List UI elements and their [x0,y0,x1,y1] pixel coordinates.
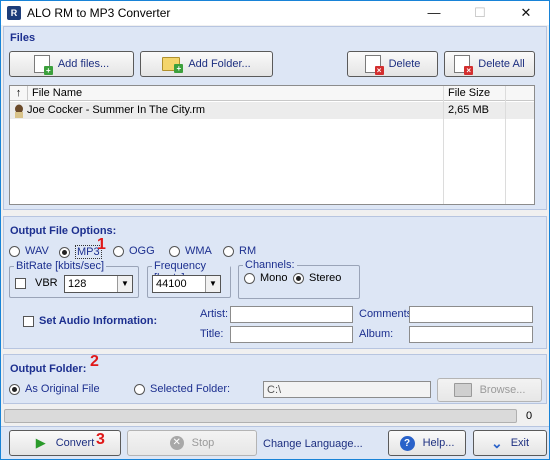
add-folder-label: Add Folder... [188,58,251,70]
maximize-button[interactable]: ☐ [457,1,503,25]
play-icon: ▶ [35,435,46,450]
format-ogg-radio[interactable]: OGG [113,245,155,257]
radio-icon [9,245,20,257]
checkbox-icon [23,315,34,327]
frequency-select[interactable]: 44100 ▼ [152,275,221,293]
radio-selected-icon [59,246,70,258]
channel-mono-radio[interactable]: Mono [244,272,288,284]
format-wav-radio[interactable]: WAV [9,245,49,257]
channel-stereo-radio[interactable]: Stereo [293,272,341,284]
files-section-title: Files [10,32,36,44]
file-name-cell: Joe Cocker - Summer In The City.rm [27,104,206,116]
radio-icon [169,245,180,257]
annotation-number-2: 2 [90,353,99,370]
file-list-header: ↑ File Name File Size [10,86,534,101]
album-label: Album: [359,328,394,340]
comments-field[interactable] [409,306,533,323]
file-size-cell: 2,65 MB [448,104,489,116]
title-bar: R ALO RM to MP3 Converter — ☐ ✕ [1,1,549,25]
add-folder-icon: + [162,57,184,73]
selected-folder-radio[interactable]: Selected Folder: [134,383,230,395]
radio-icon [134,383,145,395]
window-title: ALO RM to MP3 Converter [27,6,171,20]
file-name-column-header[interactable]: File Name [28,86,444,101]
bitrate-value: 128 [68,278,87,290]
output-folder-title: Output Folder: [10,363,87,375]
add-files-label: Add files... [57,58,110,70]
chevron-down-icon[interactable]: ▼ [117,276,132,292]
add-folder-button[interactable]: + Add Folder... [140,51,273,77]
stop-button[interactable]: ✕ Stop [127,430,257,456]
help-label: Help... [422,437,455,449]
title-label: Title: [200,328,224,340]
album-field[interactable] [409,326,533,343]
annotation-number-3: 3 [96,431,105,448]
delete-all-button[interactable]: × Delete All [444,51,535,77]
radio-selected-icon [293,272,304,284]
format-wav-label: WAV [25,245,49,257]
as-original-file-radio[interactable]: As Original File [9,383,100,395]
channels-group-title: Channels: [243,259,297,271]
stop-label: Stop [191,437,215,449]
bitrate-select[interactable]: 128 ▼ [64,275,133,293]
add-file-icon: + [33,55,53,75]
browse-button[interactable]: Browse... [437,378,542,402]
checkbox-icon [15,277,26,289]
minimize-button[interactable]: — [411,1,457,25]
radio-selected-icon [9,383,20,395]
help-icon: ? [399,435,415,451]
browse-folder-icon [453,383,472,397]
help-button[interactable]: ? Help... [388,430,466,456]
comments-label: Comments: [359,308,416,320]
as-original-file-label: As Original File [25,383,100,395]
vbr-label: VBR [35,277,58,289]
format-wma-label: WMA [185,245,212,257]
add-files-button[interactable]: + Add files... [9,51,134,77]
format-rm-radio[interactable]: RM [223,245,256,257]
exit-label: Exit [510,437,530,449]
file-list[interactable]: ↑ File Name File Size Joe Cocker - Summe… [9,85,535,205]
stop-icon: ✕ [169,436,184,450]
set-audio-info-label: Set Audio Information: [39,315,158,327]
radio-icon [244,272,255,284]
convert-label: Convert [55,437,95,449]
file-size-column-header[interactable]: File Size [444,86,506,101]
chevron-down-icon: ⌄ [490,434,503,451]
artist-field[interactable] [230,306,353,323]
app-icon: R [7,6,21,20]
delete-button[interactable]: × Delete [347,51,438,77]
artist-label: Artist: [200,308,229,320]
delete-all-label: Delete All [478,58,525,70]
format-ogg-label: OGG [129,245,155,257]
media-file-icon [13,102,25,119]
frequency-value: 44100 [156,278,187,290]
delete-all-icon: × [454,55,474,75]
format-mp3-radio[interactable]: MP3 [59,245,102,259]
bitrate-group-title: BitRate [kbits/sec] [14,260,107,272]
delete-file-icon: × [364,55,384,75]
folder-path-field[interactable] [263,381,431,398]
progress-count: 0 [526,410,533,422]
change-language-link[interactable]: Change Language... [263,438,363,450]
exit-button[interactable]: ⌄ Exit [473,430,547,456]
table-row[interactable]: Joe Cocker - Summer In The City.rm 2,65 … [10,102,534,119]
delete-label: Delete [388,58,421,70]
radio-icon [113,245,124,257]
sort-column-header[interactable]: ↑ [10,86,28,101]
format-wma-radio[interactable]: WMA [169,245,212,257]
chevron-down-icon[interactable]: ▼ [205,276,220,292]
close-button[interactable]: ✕ [503,1,549,25]
channel-stereo-label: Stereo [309,272,342,284]
radio-icon [223,245,234,257]
format-rm-label: RM [239,245,257,257]
channel-mono-label: Mono [260,272,288,284]
app-window: R ALO RM to MP3 Converter — ☐ ✕ Files + … [0,0,550,460]
progress-bar [4,409,517,423]
browse-label: Browse... [479,384,526,396]
annotation-number-1: 1 [97,236,106,253]
selected-folder-label: Selected Folder: [150,383,231,395]
title-field[interactable] [230,326,353,343]
vbr-checkbox[interactable]: VBR [15,277,58,289]
set-audio-info-checkbox[interactable]: Set Audio Information: [23,315,157,327]
